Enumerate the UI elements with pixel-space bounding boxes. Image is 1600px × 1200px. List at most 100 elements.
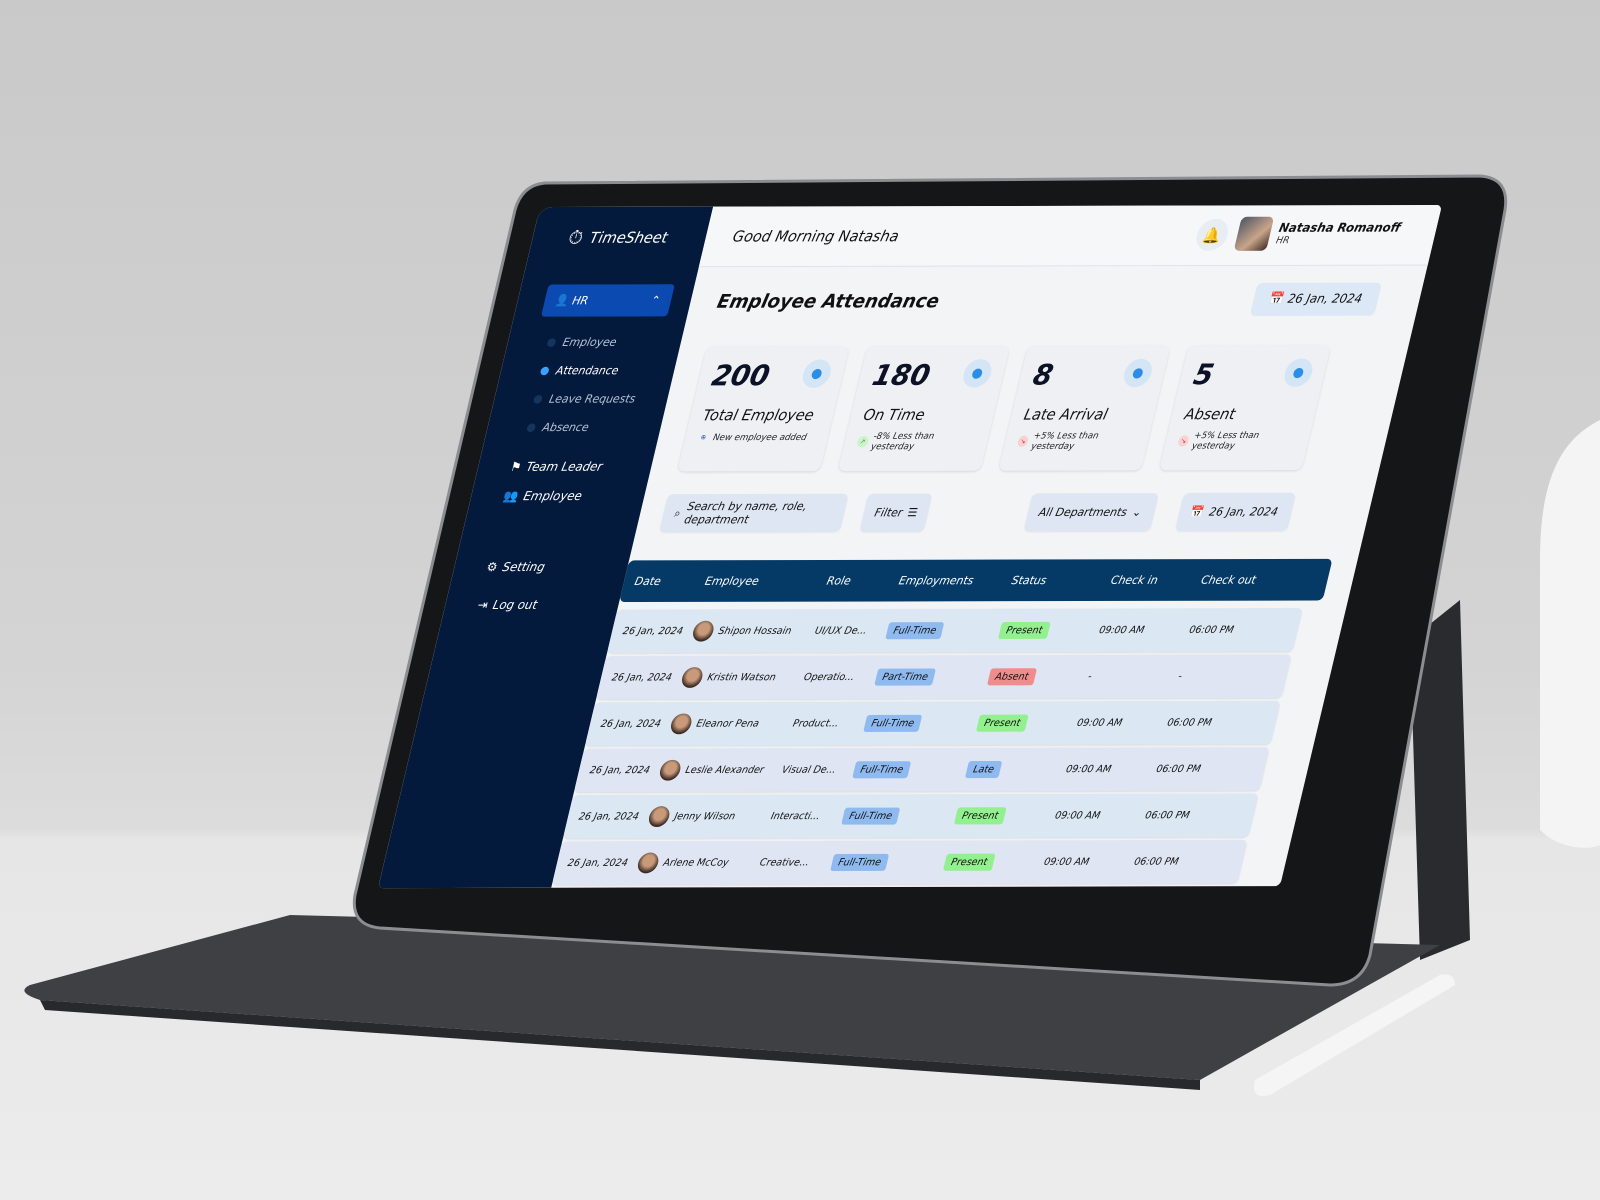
cell-employment: Full-Time: [852, 761, 969, 779]
search-input[interactable]: ⌕ Search by name, role, department: [659, 493, 849, 532]
filter-label: Filter: [873, 505, 904, 520]
stat-label: Total Employee: [701, 405, 816, 425]
cell-employee: Shipon Hossain: [690, 620, 818, 642]
stat-label: Late Arrival: [1022, 405, 1110, 424]
col-status: Status: [1010, 573, 1049, 587]
employee-name: Jenny Wilson: [673, 810, 737, 823]
stat-note-text: New employee added: [712, 431, 808, 443]
avatar: [1234, 216, 1275, 251]
date-picker-button[interactable]: 📅 26 Jan, 2024: [1249, 282, 1383, 317]
filter-lines-icon: ☰: [906, 505, 920, 520]
bell-icon[interactable]: 🔔: [1193, 218, 1232, 251]
sidebar-item-employee-nav[interactable]: 👥 Employee: [502, 490, 583, 504]
cell-employee: Kristin Watson: [679, 667, 807, 688]
department-select[interactable]: All Departments ⌄: [1023, 493, 1159, 532]
cell-employee: Eleanor Pena: [668, 713, 796, 735]
cell-date: 26 Jan, 2024: [621, 625, 685, 638]
sidebar-item-label: Team Leader: [524, 460, 604, 475]
cell-employment: Full-Time: [830, 853, 947, 872]
trend-icon: ↘: [1177, 435, 1190, 447]
greeting: Good Morning Natasha: [731, 227, 901, 246]
status-badge: Present: [942, 853, 996, 871]
col-date: Date: [633, 574, 663, 588]
status-badge: Late: [964, 760, 1003, 779]
employment-badge: Full-Time: [841, 807, 901, 825]
cell-role: Visual De...: [780, 764, 838, 776]
logout-icon: ⇥: [475, 598, 490, 613]
status-badge: Present: [975, 714, 1029, 732]
stat-note: ↘ +5% Less than yesterday: [1015, 431, 1137, 452]
user-name: Natasha Romanoff: [1277, 221, 1403, 236]
stat-note: ⊕ New employee added: [697, 431, 817, 443]
cell-check-in: -: [1086, 670, 1093, 683]
department-label: All Departments: [1037, 505, 1129, 519]
table-row[interactable]: 26 Jan, 2024 Kristin Watson Operatio... …: [595, 654, 1292, 700]
sidebar-item-attendance[interactable]: Attendance: [539, 364, 620, 377]
cell-role: UI/UX De...: [813, 625, 868, 637]
avatar: [690, 620, 716, 642]
cell-employee: Jenny Wilson: [646, 806, 774, 828]
cell-date: 26 Jan, 2024: [577, 810, 641, 823]
stat-note: ↗ -8% Less than yesterday: [855, 431, 977, 452]
cell-employee: Leslie Alexander: [657, 759, 785, 781]
cell-check-out: 06:00 PM: [1166, 717, 1213, 729]
col-role: Role: [825, 574, 853, 588]
cell-employment: Part-Time: [874, 668, 991, 686]
user-profile[interactable]: Natasha Romanoff HR: [1234, 216, 1403, 251]
col-employee: Employee: [703, 574, 761, 588]
employment-badge: Full-Time: [863, 714, 923, 732]
cell-check-in: 09:00 AM: [1053, 809, 1102, 822]
table-row[interactable]: 26 Jan, 2024 Leslie Alexander Visual De.…: [573, 747, 1270, 793]
sidebar-item-label: Attendance: [554, 363, 621, 378]
trend-icon: ↗: [856, 436, 870, 448]
stat-note-text: +5% Less than yesterday: [1190, 430, 1261, 452]
sidebar-item-label: Employee: [561, 335, 619, 349]
cell-role: Operatio...: [802, 671, 856, 683]
avatar: [635, 852, 661, 874]
avatar: [679, 667, 705, 688]
table-row[interactable]: 26 Jan, 2024 Jenny Wilson Interacti... F…: [562, 793, 1259, 839]
search-placeholder: Search by name, role, department: [682, 499, 809, 527]
employee-name: Eleanor Pena: [695, 718, 761, 730]
employment-badge: Full-Time: [852, 761, 912, 779]
stat-card: ● 180 On Time ↗ -8% Less than yesterday: [837, 345, 1011, 472]
table-date-button[interactable]: 📅 26 Jan, 2024: [1175, 492, 1297, 531]
date-label: 26 Jan, 2024: [1286, 292, 1364, 307]
cell-check-in: 09:00 AM: [1064, 763, 1113, 776]
chevron-down-icon: ⌄: [1130, 505, 1144, 519]
table-row[interactable]: 26 Jan, 2024 Arlene McCoy Creative... Fu…: [551, 839, 1248, 885]
filter-button[interactable]: Filter ☰: [859, 493, 933, 532]
calendar-icon: 📅: [1188, 505, 1206, 519]
employee-name: Shipon Hossain: [717, 625, 793, 637]
cell-check-in: 09:00 AM: [1042, 856, 1091, 868]
cell-employment: Full-Time: [885, 622, 1002, 640]
dot-icon: [539, 366, 550, 375]
employee-name: Leslie Alexander: [684, 764, 766, 776]
role-dropdown[interactable]: 👤 HR ⌃: [540, 284, 675, 317]
stat-card: ● 5 Absent ↘ +5% Less than yesterday: [1158, 345, 1332, 471]
stat-card: ● 8 Late Arrival ↘ +5% Less than yesterda…: [998, 345, 1171, 471]
stat-label: Absent: [1182, 404, 1238, 424]
cell-date: 26 Jan, 2024: [599, 718, 663, 730]
cell-check-out: -: [1177, 670, 1184, 683]
sidebar-item-label: Absence: [541, 420, 591, 434]
sidebar-item-absence[interactable]: Absence: [526, 420, 591, 434]
employee-name: Arlene McCoy: [662, 857, 730, 869]
cell-employment: Full-Time: [863, 714, 980, 732]
cell-status: Present: [997, 621, 1101, 640]
employment-badge: Full-Time: [830, 853, 890, 872]
trend-icon: ↘: [1016, 435, 1030, 448]
table-row[interactable]: 26 Jan, 2024 Eleanor Pena Product... Ful…: [584, 700, 1281, 746]
status-badge: Absent: [986, 668, 1037, 686]
cell-status: Late: [964, 760, 1068, 779]
sidebar-item-employee[interactable]: Employee: [546, 335, 619, 349]
cell-status: Present: [975, 714, 1079, 732]
sidebar-item-logout[interactable]: ⇥ Log out: [476, 598, 539, 612]
sidebar-item-team-leader[interactable]: ⚑ Team Leader: [509, 460, 604, 474]
sidebar-item-leave-requests[interactable]: Leave Requests: [532, 392, 637, 406]
table-row[interactable]: 26 Jan, 2024 Shipon Hossain UI/UX De... …: [606, 608, 1303, 654]
sidebar-item-setting[interactable]: ⚙ Setting: [485, 561, 546, 575]
status-badge: Present: [953, 807, 1007, 825]
col-check-in: Check in: [1109, 573, 1160, 587]
cell-employee: Arlene McCoy: [635, 852, 763, 874]
